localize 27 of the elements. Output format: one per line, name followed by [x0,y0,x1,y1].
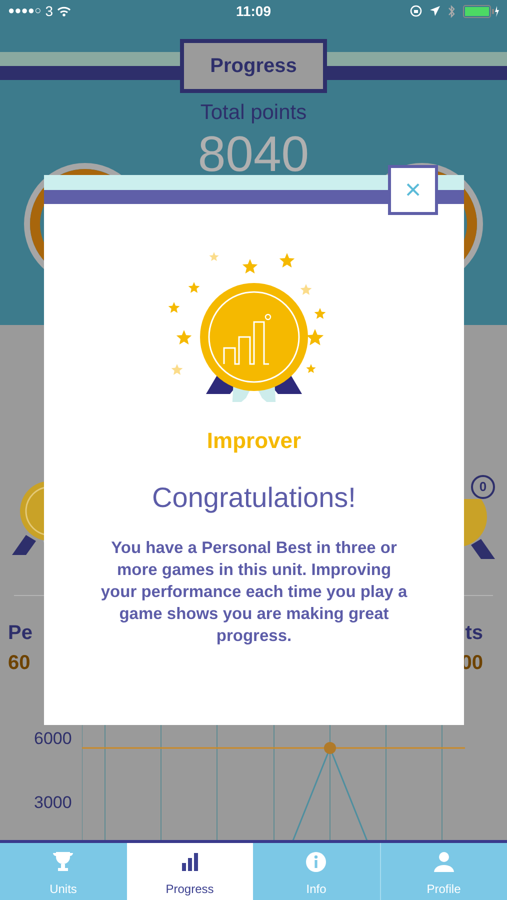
dialog-heading: Congratulations! [152,481,356,515]
stat-label: ts [464,621,483,646]
total-points-label: Total points [200,100,307,126]
wifi-icon [57,6,72,16]
tab[interactable]: Units [0,843,126,900]
carrier-name: 3 [45,2,54,20]
trophy-icon [51,850,76,874]
signal-strength: ●●●●○ [8,4,42,19]
battery-icon [462,4,499,18]
clock-time: 11:09 [236,2,272,20]
total-points-value: 8040 [198,128,310,178]
badge-name: Improver [206,428,302,453]
bluetooth-icon [448,4,455,18]
person-icon [432,850,456,874]
close-button[interactable]: × [388,165,438,215]
axis-tick-label: 3000 [34,792,73,814]
page-title: Progress [180,39,327,93]
tab[interactable]: Profile [380,843,507,900]
info-icon [304,850,328,874]
stat-value: 60 [8,651,32,676]
location-arrow-icon [430,6,440,16]
rotation-lock-icon [410,5,422,17]
axis-tick-label: 6000 [34,728,73,750]
tab[interactable]: Info [253,843,380,900]
tab[interactable]: Progress [126,843,253,900]
dialog-message: You have a Personal Best in three or more games in this unit. Improving your performance each time you play a game shows you are making great progress. [100,538,408,647]
stat-label: Pe [8,621,32,646]
